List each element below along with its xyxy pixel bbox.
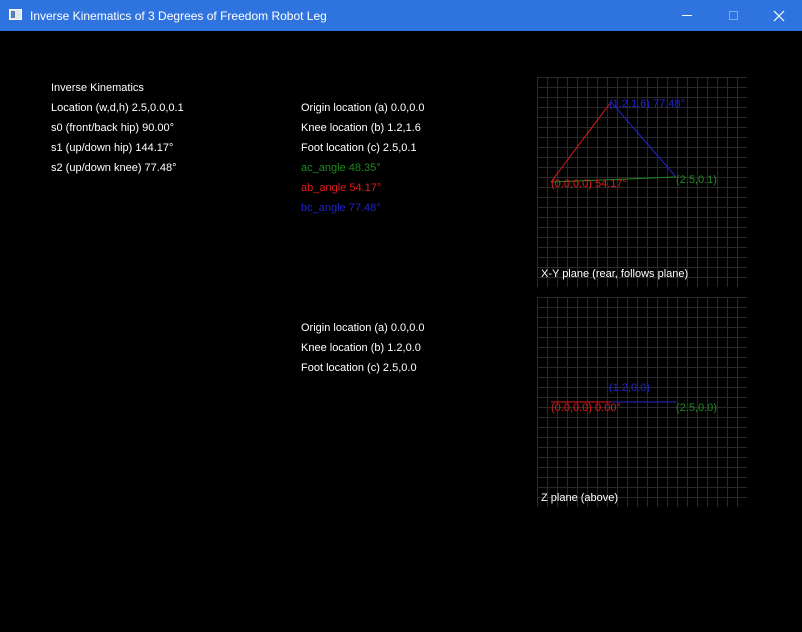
s2-readout: s2 (up/down knee) 77.48°	[51, 162, 177, 174]
xy-foot-label: (2.5,0.1)	[676, 174, 717, 186]
location-readout: Location (w,d,h) 2.5,0.0,0.1	[51, 102, 184, 114]
ac-angle: ac_angle 48.35°	[301, 162, 381, 174]
ab-angle: ab_angle 54.17°	[301, 182, 382, 194]
xy-knee-label: (1.2,1.6) 77.48°	[609, 98, 685, 110]
ik-heading: Inverse Kinematics	[51, 82, 144, 94]
z-foot-location: Foot location (c) 2.5,0.0	[301, 362, 417, 374]
xy-origin-label: (0.0,0.0) 54.17°	[551, 178, 627, 190]
z-plot-caption: Z plane (above)	[541, 492, 618, 504]
z-foot-label: (2.5,0.0)	[676, 402, 717, 414]
close-icon	[773, 10, 785, 21]
s0-readout: s0 (front/back hip) 90.00°	[51, 122, 175, 134]
client-area: Inverse Kinematics Location (w,d,h) 2.5,…	[0, 31, 802, 632]
z-origin-location: Origin location (a) 0.0,0.0	[301, 322, 425, 334]
minimize-icon	[682, 15, 692, 16]
z-origin-label: (0.0,0.0) 0.00°	[551, 402, 621, 414]
xy-plot-caption: X-Y plane (rear, follows plane)	[541, 268, 688, 280]
bc-angle: bc_angle 77.48°	[301, 202, 381, 214]
app-icon	[9, 9, 22, 20]
s1-readout: s1 (up/down hip) 144.17°	[51, 142, 174, 154]
ab-segment	[550, 101, 612, 183]
xy-plane-plot: (1.2,1.6) 77.48° (0.0,0.0) 54.17° (2.5,0…	[537, 77, 747, 287]
close-button[interactable]	[756, 0, 802, 31]
window-title: Inverse Kinematics of 3 Degrees of Freed…	[30, 9, 327, 23]
z-knee-label: (1.2,0.0)	[609, 382, 650, 394]
maximize-button[interactable]	[710, 0, 756, 31]
minimize-button[interactable]	[664, 0, 710, 31]
xy-foot-location: Foot location (c) 2.5,0.1	[301, 142, 417, 154]
bc-segment	[610, 101, 677, 178]
title-bar[interactable]: Inverse Kinematics of 3 Degrees of Freed…	[0, 0, 802, 31]
xy-knee-location: Knee location (b) 1.2,1.6	[301, 122, 421, 134]
z-knee-location: Knee location (b) 1.2,0.0	[301, 342, 421, 354]
z-plane-plot: (1.2,0.0) (0.0,0.0) 0.00° (2.5,0.0) Z pl…	[537, 297, 747, 507]
maximize-icon	[728, 11, 738, 20]
xy-origin-location: Origin location (a) 0.0,0.0	[301, 102, 425, 114]
